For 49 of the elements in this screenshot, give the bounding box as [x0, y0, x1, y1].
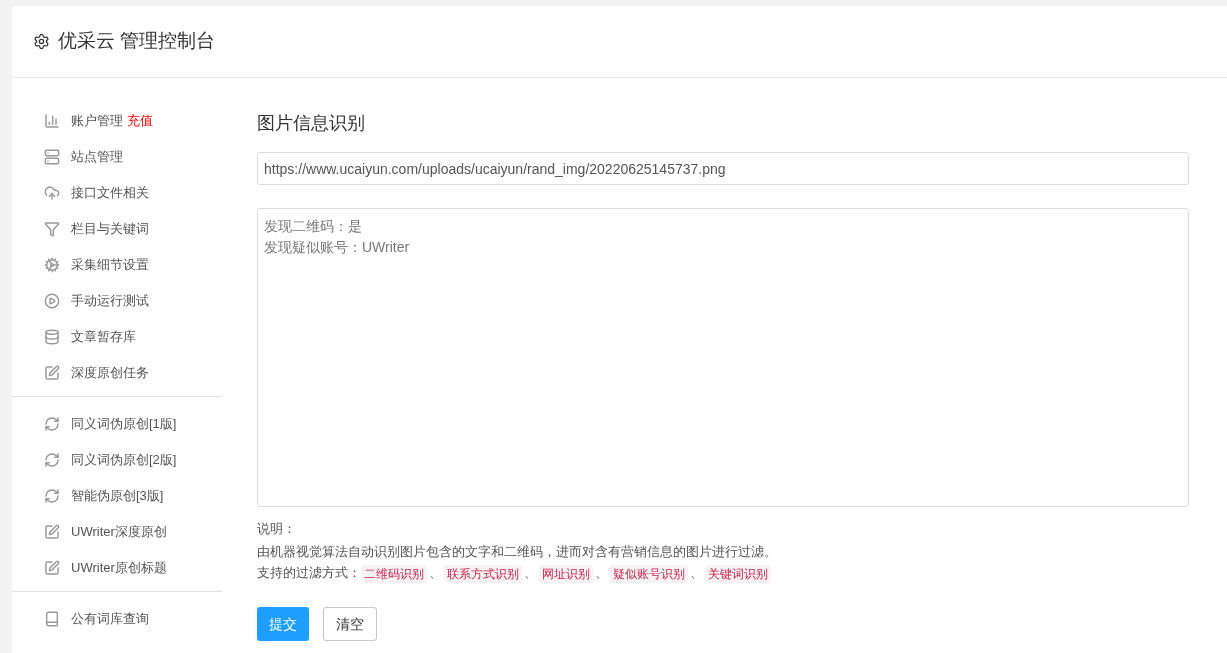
separator: 、: [595, 565, 608, 583]
cloud-upload-icon: [44, 185, 60, 201]
separator: 、: [690, 565, 703, 583]
refresh-icon: [44, 416, 60, 432]
refresh-icon: [44, 488, 60, 504]
sidebar-item[interactable]: 栏目与关键词: [71, 219, 149, 239]
sidebar-item[interactable]: 文章暂存库: [71, 327, 136, 347]
sidebar-item[interactable]: 账户管理: [71, 111, 123, 131]
edit-icon: [44, 365, 60, 381]
filter-tag: 关键词识别: [705, 564, 771, 583]
edit-icon: [44, 524, 60, 540]
separator: 、: [524, 565, 537, 583]
result-line: 发现疑似账号：UWriter: [264, 238, 411, 257]
sidebar-item[interactable]: 接口文件相关: [71, 183, 149, 203]
sidebar-item[interactable]: 智能伪原创[3版]: [71, 486, 164, 506]
console-title: 优采云 管理控制台: [58, 29, 216, 54]
server-icon: [44, 149, 60, 165]
play-icon: [44, 293, 60, 309]
bar-chart-icon: [44, 113, 60, 129]
sidebar-item[interactable]: 深度原创任务: [71, 363, 149, 383]
database-icon: [44, 329, 60, 345]
settings-icon[interactable]: [33, 33, 50, 50]
sidebar-item[interactable]: 同义词伪原创[1版]: [71, 414, 177, 434]
filter-tag: 二维码识别: [361, 564, 427, 583]
filter-tag: 疑似账号识别: [610, 564, 688, 583]
filter-tag: 联系方式识别: [444, 564, 522, 583]
note-label: 说明：: [257, 520, 297, 538]
sidebar-item[interactable]: 同义词伪原创[2版]: [71, 450, 177, 470]
sidebar-item[interactable]: 站点管理: [71, 147, 123, 167]
sidebar-item[interactable]: 公有词库查询: [71, 609, 149, 629]
result-line: 发现二维码：是: [264, 217, 363, 236]
filter-tag: 网址识别: [539, 564, 593, 583]
clear-button[interactable]: 清空: [323, 607, 377, 641]
page-title: 图片信息识别: [257, 112, 366, 135]
sidebar-item[interactable]: 采集细节设置: [71, 255, 149, 275]
gears-icon: [44, 257, 60, 273]
recharge-link[interactable]: 充值: [127, 111, 153, 131]
result-box[interactable]: 发现二维码：是 发现疑似账号：UWriter: [257, 208, 1189, 507]
filter-icon: [44, 221, 60, 237]
url-field[interactable]: https://www.ucaiyun.com/uploads/ucaiyun/rand_img/20220625145737.png: [257, 152, 1189, 185]
book-icon: [44, 611, 60, 627]
separator: 、: [429, 565, 442, 583]
sidebar-item[interactable]: UWriter原创标题: [71, 558, 167, 578]
sidebar-item[interactable]: UWriter深度原创: [71, 522, 167, 542]
refresh-icon: [44, 452, 60, 468]
edit-icon: [44, 560, 60, 576]
sidebar-item[interactable]: 手动运行测试: [71, 291, 149, 311]
filters-label: 支持的过滤方式：: [257, 565, 361, 583]
note-text: 由机器视觉算法自动识别图片包含的文字和二维码，进而对含有营销信息的图片进行过滤。: [257, 543, 778, 561]
